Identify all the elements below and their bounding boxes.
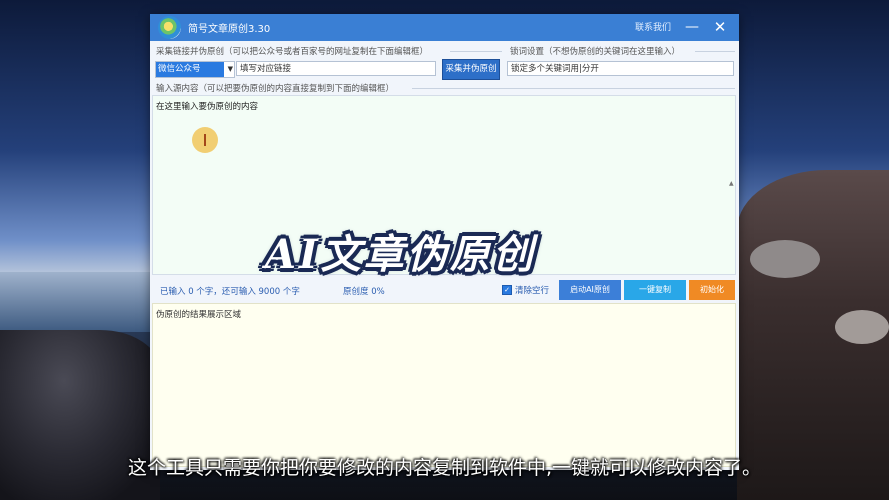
url-input[interactable]: 填写对应链接 (236, 61, 436, 76)
clear-blank-lines-label[interactable]: 清除空行 (515, 284, 549, 296)
result-textarea[interactable]: 伪原创的结果展示区域 (152, 303, 736, 467)
platform-select[interactable]: 微信公众号 ▼ (155, 61, 235, 78)
start-ai-rewrite-button[interactable]: 启动AI原创 (559, 280, 621, 300)
video-subtitle: 这个工具只需要你把你要修改的内容复制到软件中,一键就可以修改内容了。 (127, 457, 762, 479)
mouse-cursor-highlight (192, 127, 218, 153)
background-sea (0, 272, 150, 332)
video-overlay-title: AI文章伪原创 (265, 231, 536, 278)
clear-blank-lines-checkbox[interactable]: ✓ (502, 285, 512, 295)
collect-rewrite-button[interactable]: 采集并伪原创 (442, 59, 500, 80)
result-placeholder: 伪原创的结果展示区域 (156, 310, 242, 320)
scroll-up-icon[interactable]: ▲ (729, 180, 734, 187)
background-rock (835, 310, 889, 344)
lock-words-input[interactable]: 锁定多个关键词用|分开 (507, 61, 734, 76)
title-bar[interactable]: 简号文章原创3.30 联系我们 — ✕ (150, 14, 739, 41)
source-content-placeholder: 在这里输入要伪原创的内容 (156, 102, 259, 112)
one-click-copy-button[interactable]: 一键复制 (624, 280, 686, 300)
contact-us-link[interactable]: 联系我们 (635, 20, 671, 33)
close-button[interactable]: ✕ (710, 16, 730, 38)
divider (412, 88, 735, 89)
divider (450, 51, 502, 52)
collect-section-label: 采集链接并伪原创（可以把公众号或者百家号的网址复制在下面编辑框） (156, 47, 429, 57)
divider (695, 51, 735, 52)
minimize-button[interactable]: — (682, 16, 702, 38)
reset-button[interactable]: 初始化 (689, 280, 735, 300)
char-count-status: 已输入 0 个字，还可输入 9000 个字 (160, 287, 300, 297)
app-title: 简号文章原创3.30 (188, 24, 271, 35)
dropdown-arrow-icon: ▼ (227, 65, 233, 73)
background-rock (750, 240, 820, 278)
lock-words-section-label: 锁词设置（不想伪原创的关键词在这里输入） (510, 47, 681, 57)
app-logo-icon (158, 16, 181, 39)
originality-status: 原创度 0% (343, 287, 385, 297)
platform-select-value: 微信公众号 (156, 62, 224, 77)
input-section-label: 输入源内容（可以把要伪原创的内容直接复制到下面的编辑框） (156, 84, 395, 94)
